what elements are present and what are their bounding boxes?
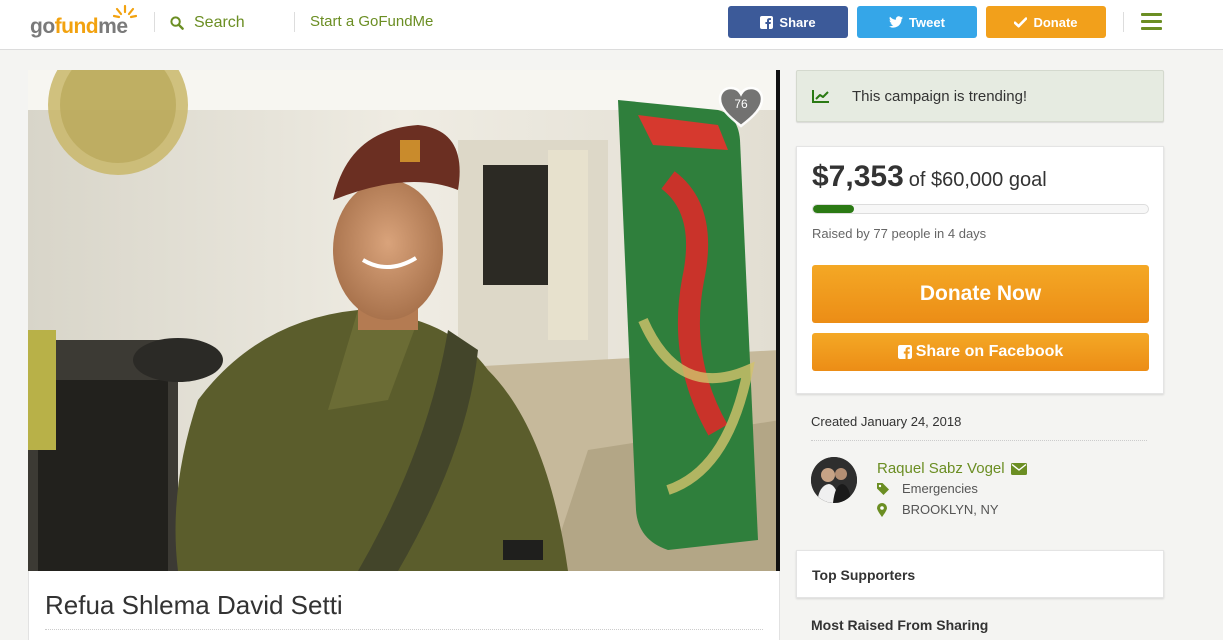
header-divider bbox=[154, 12, 155, 32]
goal-text: of $60,000 goal bbox=[908, 169, 1047, 191]
heart-count: 76 bbox=[734, 97, 748, 111]
campaign-photo-illustration bbox=[28, 70, 780, 571]
search-label: Search bbox=[194, 14, 245, 31]
avatar-photo bbox=[811, 457, 857, 503]
raised-by-text: Raised by 77 people in 4 days bbox=[812, 226, 987, 241]
location-row: BROOKLYN, NY bbox=[877, 502, 999, 517]
tag-icon bbox=[877, 482, 889, 495]
raised-amount: $7,353 bbox=[812, 160, 904, 193]
share-button-label: Share bbox=[779, 14, 816, 30]
share-facebook-label: Share on Facebook bbox=[915, 343, 1064, 360]
trending-icon bbox=[812, 90, 829, 103]
envelope-icon[interactable] bbox=[1010, 462, 1027, 475]
header-divider bbox=[1123, 12, 1124, 32]
category-row: Emergencies bbox=[877, 481, 978, 496]
twitter-icon bbox=[889, 16, 904, 28]
progress-bar-fill bbox=[813, 205, 855, 213]
campaign-title-box: Refua Shlema David Setti bbox=[28, 571, 780, 640]
organizer-name: Raquel Sabz Vogel bbox=[877, 460, 1005, 477]
share-on-facebook-button[interactable]: Share on Facebook bbox=[812, 333, 1149, 371]
tweet-button[interactable]: Tweet bbox=[857, 6, 977, 38]
donate-button-label: Donate bbox=[1033, 14, 1078, 30]
start-gofundme-link[interactable]: Start a GoFundMe bbox=[310, 13, 433, 30]
organizer-link[interactable]: Raquel Sabz Vogel bbox=[877, 460, 1027, 477]
location-text: BROOKLYN, NY bbox=[902, 502, 999, 517]
header-donate-button[interactable]: Donate bbox=[986, 6, 1106, 38]
organizer-avatar[interactable] bbox=[811, 457, 857, 503]
trending-text: This campaign is trending! bbox=[852, 87, 1028, 105]
menu-icon[interactable] bbox=[1141, 13, 1162, 31]
map-marker-icon bbox=[877, 502, 887, 517]
tweet-button-label: Tweet bbox=[909, 14, 945, 30]
search-icon bbox=[170, 16, 184, 30]
created-divider bbox=[811, 440, 1147, 441]
category-text[interactable]: Emergencies bbox=[902, 481, 978, 496]
facebook-icon bbox=[897, 345, 912, 359]
trending-banner: This campaign is trending! bbox=[796, 70, 1164, 122]
search-link[interactable]: Search bbox=[170, 13, 245, 33]
created-date: Created January 24, 2018 bbox=[811, 414, 962, 429]
header-divider bbox=[294, 12, 295, 32]
facebook-icon bbox=[760, 15, 774, 29]
check-icon bbox=[1014, 16, 1028, 27]
campaign-title: Refua Shlema David Setti bbox=[45, 590, 343, 620]
top-navigation-bar: gofundme Search Start a GoFundMe Share T… bbox=[0, 0, 1223, 50]
logo-sun-icon bbox=[113, 4, 137, 19]
title-divider bbox=[45, 629, 763, 630]
most-raised-heading: Most Raised From Sharing bbox=[811, 617, 989, 633]
donate-now-button[interactable]: Donate Now bbox=[812, 265, 1149, 323]
donation-panel: $7,353 of $60,000 goal Raised by 77 peop… bbox=[796, 146, 1164, 394]
share-button[interactable]: Share bbox=[728, 6, 848, 38]
top-supporters-heading: Top Supporters bbox=[812, 567, 916, 583]
progress-bar bbox=[812, 204, 1149, 214]
top-supporters-box: Top Supporters bbox=[796, 550, 1164, 598]
gofundme-logo[interactable]: gofundme bbox=[30, 4, 140, 45]
campaign-photo: 76 bbox=[28, 70, 780, 571]
raised-summary: $7,353 of $60,000 goal bbox=[812, 160, 1047, 194]
